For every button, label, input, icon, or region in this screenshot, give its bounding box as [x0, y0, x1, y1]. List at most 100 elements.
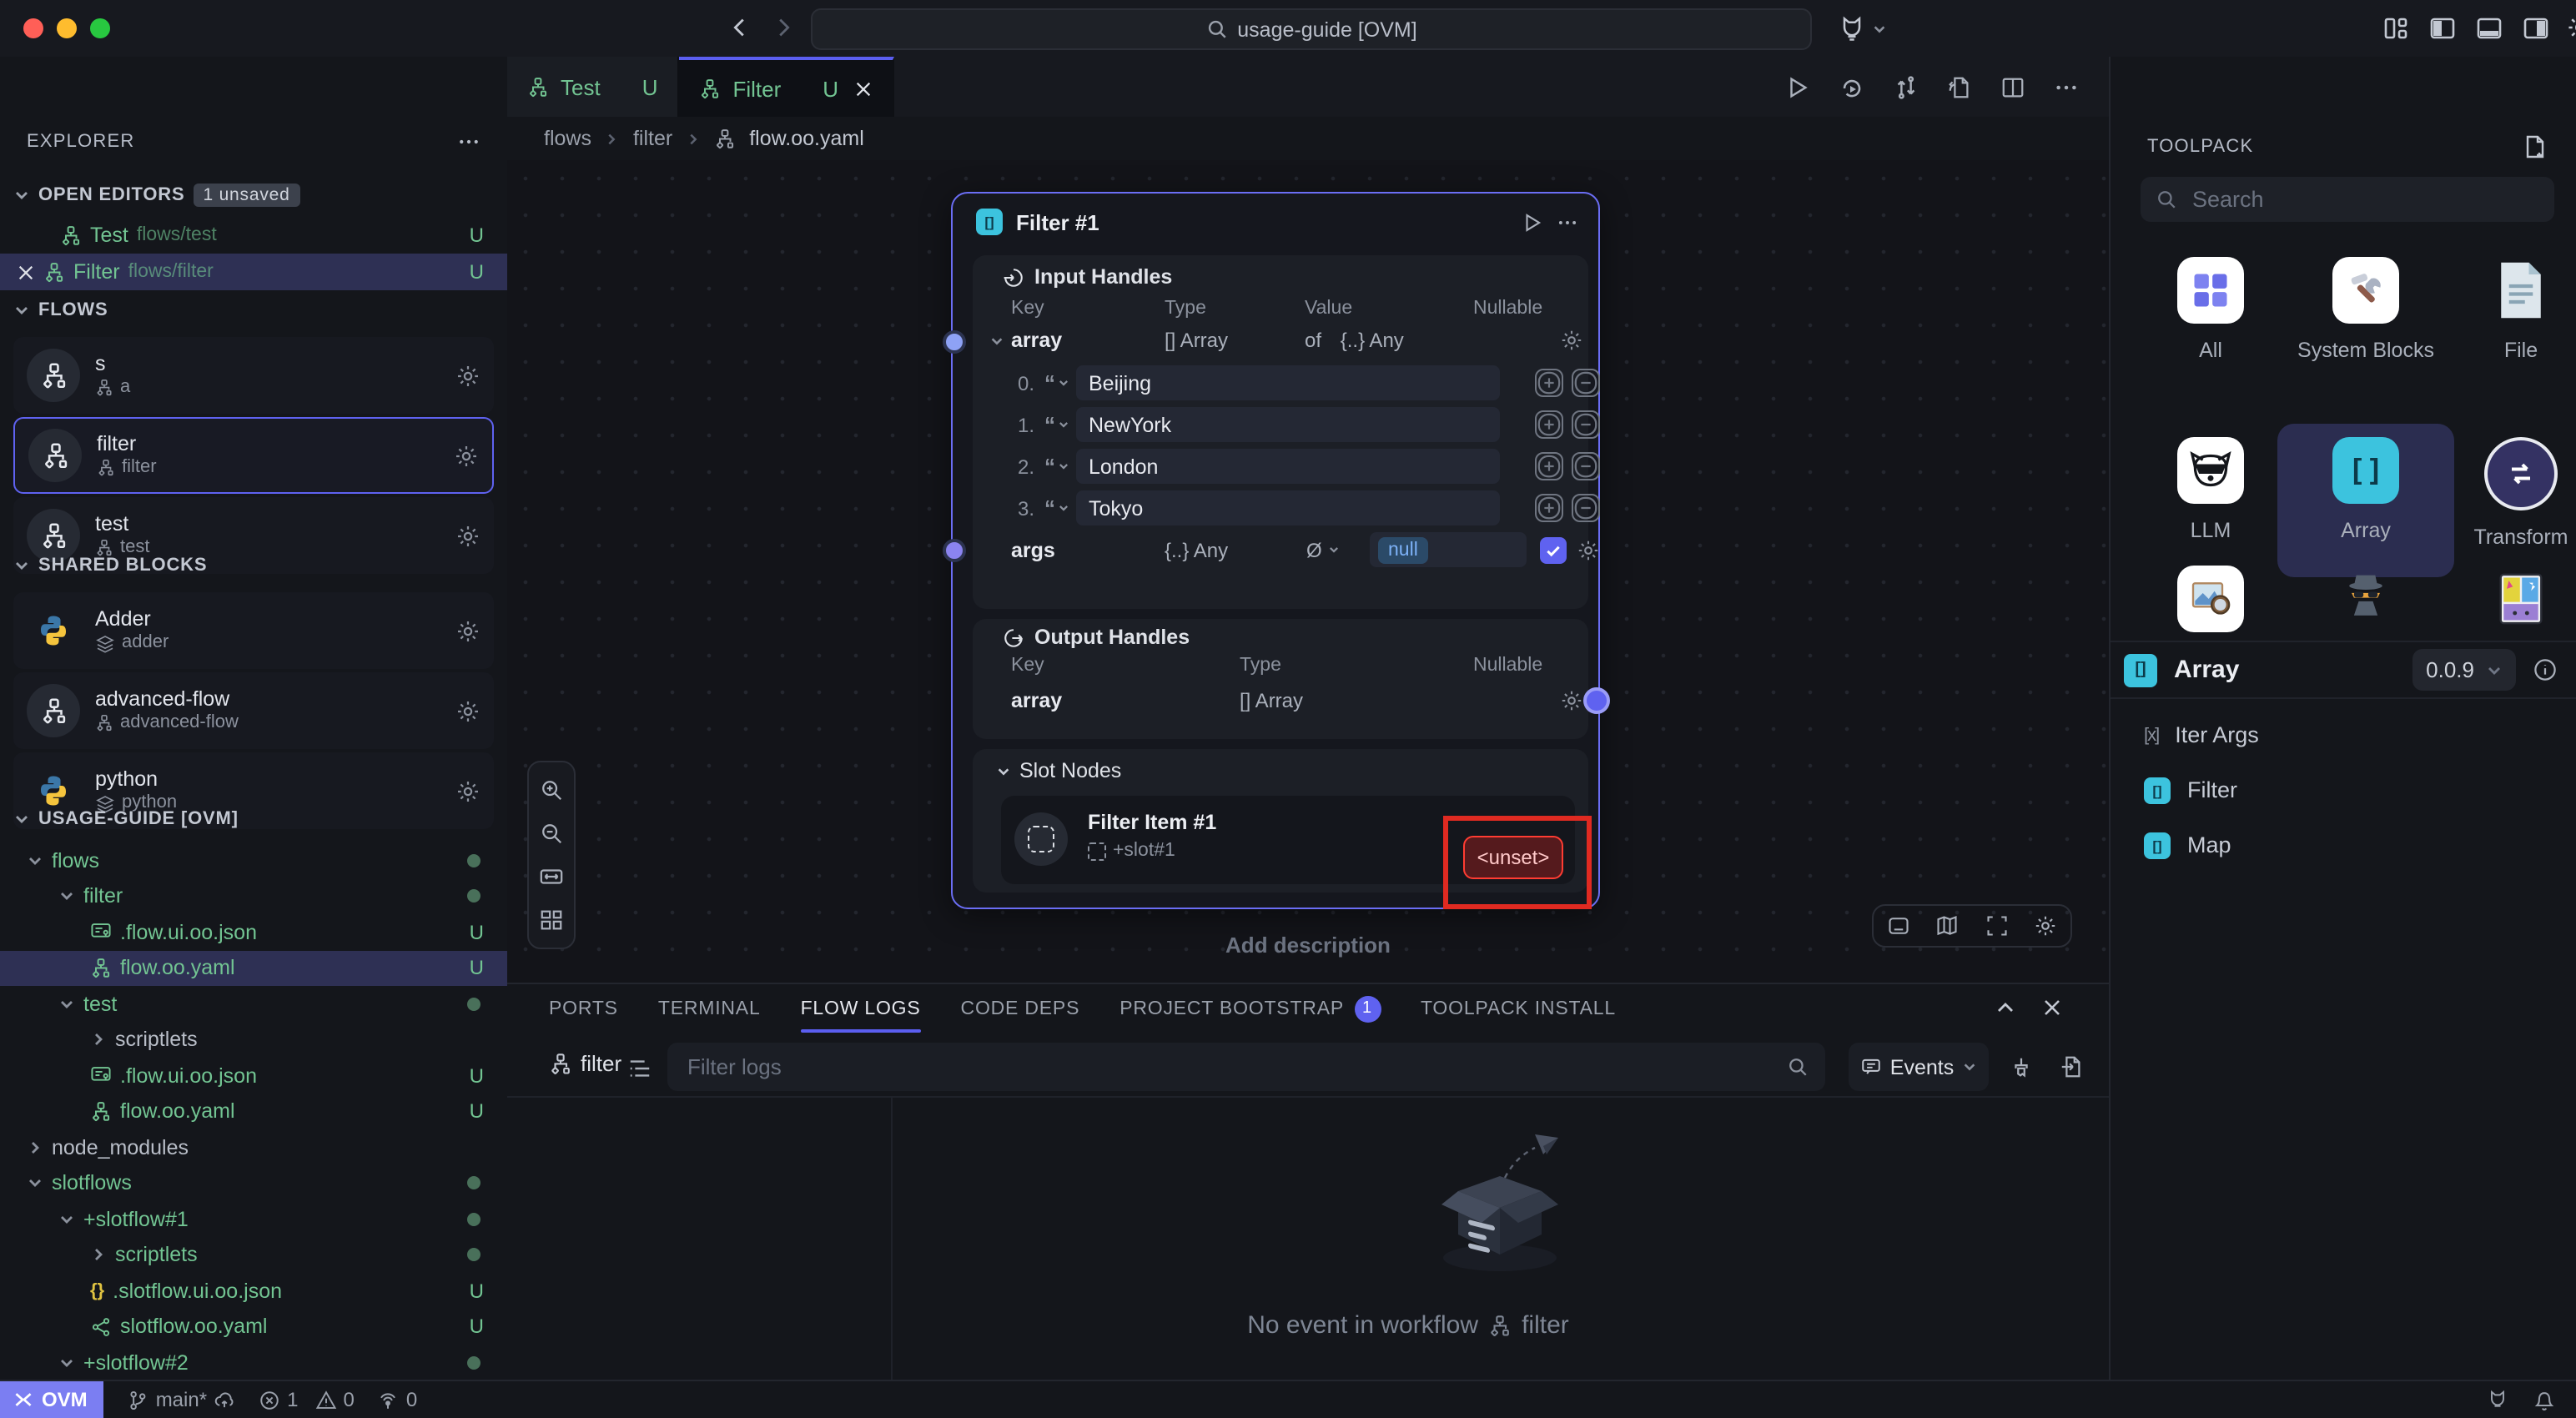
string-type-icon[interactable]: “ — [1044, 412, 1069, 437]
string-type-icon[interactable]: “ — [1044, 495, 1069, 520]
tab-test[interactable]: TestU — [507, 57, 679, 117]
card-Adder[interactable]: Adderadder — [13, 592, 494, 669]
null-toggle[interactable]: Ø — [1306, 538, 1341, 561]
pack-block-iter-args[interactable]: [x]Iter Args — [2111, 707, 2576, 762]
compare-swap-icon[interactable] — [1894, 74, 1919, 99]
card-settings-gear-icon[interactable] — [454, 443, 479, 468]
add-item-icon[interactable] — [1535, 410, 1563, 439]
card-filter[interactable]: filterfilter — [13, 417, 494, 494]
toggle-panel-bottom-icon[interactable] — [2476, 15, 2503, 42]
open-editors-header[interactable]: OPEN EDITORS 1 unsaved — [13, 184, 300, 207]
pack-block-map[interactable]: []Map — [2111, 817, 2576, 872]
output-handle-array-port[interactable] — [1583, 687, 1610, 714]
bottom-tab-code-deps[interactable]: CODE DEPS — [961, 984, 1080, 1033]
panel-close-icon[interactable] — [2042, 998, 2062, 1018]
assistant-cat-icon[interactable] — [2486, 1388, 2509, 1411]
run-flow-icon[interactable] — [1785, 74, 1810, 99]
tree-item-slotflows[interactable]: slotflows — [0, 1165, 507, 1201]
string-type-icon[interactable]: “ — [1044, 454, 1069, 479]
toolpack-search-input[interactable] — [2189, 185, 2539, 214]
toggle-sidebar-left-icon[interactable] — [2429, 15, 2456, 42]
export-file-icon[interactable] — [1947, 74, 1972, 99]
array-item-input[interactable]: London — [1075, 449, 1499, 484]
remove-item-icon[interactable] — [1572, 410, 1600, 439]
card-advanced-flow[interactable]: advanced-flowadvanced-flow — [13, 672, 494, 749]
events-dropdown[interactable]: Events — [1849, 1043, 1989, 1091]
output-settings-gear-icon[interactable] — [1560, 689, 1583, 712]
array-expand-chevron-icon[interactable] — [989, 333, 1004, 348]
filter-node[interactable]: [] Filter #1 Input Handles Key Type Valu… — [951, 192, 1600, 909]
open-editor-test[interactable]: Testflows/testU — [0, 217, 507, 254]
settings-gear-icon[interactable] — [2566, 13, 2576, 42]
node-run-icon[interactable] — [1522, 211, 1543, 233]
toolpack-category-array[interactable]: [ ]Array — [2289, 437, 2443, 544]
breadcrumb-filter[interactable]: filter — [633, 127, 672, 150]
tree-item-nodemodules[interactable]: node_modules — [0, 1129, 507, 1165]
args-settings-gear-icon[interactable] — [1577, 538, 1600, 561]
ports-status[interactable]: 0 — [378, 1388, 417, 1411]
add-description-button[interactable]: Add description — [507, 933, 2109, 958]
workspace-section-header[interactable]: USAGE-GUIDE [OVM] — [13, 809, 239, 829]
tree-item-flow.oo.yaml[interactable]: flow.oo.yamlU — [0, 1094, 507, 1129]
breadcrumb-file[interactable]: flow.oo.yaml — [749, 127, 864, 150]
tree-item-flow.oo.yaml[interactable]: flow.oo.yamlU — [0, 950, 507, 986]
close-window-button[interactable] — [23, 18, 43, 38]
open-editor-filter[interactable]: Filterflows/filterU — [0, 254, 507, 290]
git-branch-status[interactable]: main* — [128, 1388, 235, 1411]
unset-value-button[interactable]: <unset> — [1463, 836, 1563, 879]
command-center-search[interactable]: usage-guide [OVM] — [811, 8, 1812, 50]
nav-back-icon[interactable] — [727, 15, 752, 40]
toggle-sidebar-right-icon[interactable] — [2523, 15, 2549, 42]
tree-item-.slotflow.ui.oo.json[interactable]: {}.slotflow.ui.oo.jsonU — [0, 1273, 507, 1309]
rerun-icon[interactable] — [1839, 73, 1865, 100]
shared-blocks-header[interactable]: SHARED BLOCKS — [13, 556, 207, 576]
breadcrumb-flows[interactable]: flows — [544, 127, 591, 150]
bottom-tab-toolpack-install[interactable]: TOOLPACK INSTALL — [1421, 984, 1616, 1033]
add-item-icon[interactable] — [1535, 369, 1563, 397]
pack-info-icon[interactable] — [2533, 657, 2558, 682]
toolpack-category-comic[interactable] — [2444, 566, 2576, 632]
card-settings-gear-icon[interactable] — [455, 778, 480, 803]
ovm-status-chip[interactable]: OVM — [0, 1381, 104, 1418]
remove-item-icon[interactable] — [1572, 369, 1600, 397]
pack-version-dropdown[interactable]: 0.0.9 — [2412, 649, 2516, 691]
tree-item-scriptlets[interactable]: scriptlets — [0, 1022, 507, 1058]
array-item-input[interactable]: Tokyo — [1075, 490, 1499, 525]
handle-settings-gear-icon[interactable] — [1560, 329, 1583, 352]
customize-layout-icon[interactable] — [2382, 15, 2409, 42]
nullable-checkbox[interactable] — [1540, 536, 1567, 563]
maximize-window-button[interactable] — [90, 18, 110, 38]
tree-item-test[interactable]: test — [0, 986, 507, 1022]
args-value-input[interactable]: null — [1370, 532, 1527, 567]
fit-view-icon[interactable] — [539, 864, 564, 889]
bottom-tab-flow-logs[interactable]: FLOW LOGS — [801, 984, 921, 1033]
problems-status[interactable]: 1 0 — [259, 1388, 355, 1411]
bottom-tab-project-bootstrap[interactable]: PROJECT BOOTSTRAP1 — [1119, 984, 1381, 1033]
log-filter-input[interactable] — [684, 1053, 1774, 1081]
remove-item-icon[interactable] — [1572, 494, 1600, 522]
toolpack-category-system-blocks[interactable]: System Blocks — [2289, 257, 2443, 364]
tree-item-filter[interactable]: filter — [0, 878, 507, 914]
toolpack-category-file[interactable]: File — [2444, 257, 2576, 364]
remove-item-icon[interactable] — [1572, 452, 1600, 480]
zoom-out-icon[interactable] — [539, 821, 564, 846]
add-item-icon[interactable] — [1535, 494, 1563, 522]
auto-layout-icon[interactable] — [539, 907, 564, 932]
clear-logs-brush-icon[interactable] — [2009, 1054, 2034, 1079]
tree-item-+slotflow#1[interactable]: +slotflow#1 — [0, 1201, 507, 1237]
input-handle-args-port[interactable] — [943, 539, 966, 562]
pack-block-filter[interactable]: []Filter — [2111, 762, 2576, 817]
toolpack-category-llm[interactable]: LLM — [2134, 437, 2287, 544]
array-item-input[interactable]: Beijing — [1075, 365, 1499, 400]
tree-item-.flow.ui.oo.json[interactable]: .flow.ui.oo.jsonU — [0, 1058, 507, 1094]
tree-item-scriptlets[interactable]: scriptlets — [0, 1237, 507, 1273]
close-editor-icon[interactable] — [17, 263, 35, 281]
minimize-window-button[interactable] — [57, 18, 77, 38]
card-settings-gear-icon[interactable] — [455, 698, 480, 723]
bottom-tab-terminal[interactable]: TERMINAL — [658, 984, 761, 1033]
toolpack-category-transform[interactable]: Transform — [2444, 437, 2576, 551]
tree-item-+slotflow#2[interactable]: +slotflow#2 — [0, 1345, 507, 1380]
pack-header[interactable]: [] Array 0.0.9 — [2111, 642, 2576, 697]
tree-item-slotflow.oo.yaml[interactable]: slotflow.oo.yamlU — [0, 1309, 507, 1345]
tree-item-.flow.ui.oo.json[interactable]: .flow.ui.oo.jsonU — [0, 914, 507, 950]
